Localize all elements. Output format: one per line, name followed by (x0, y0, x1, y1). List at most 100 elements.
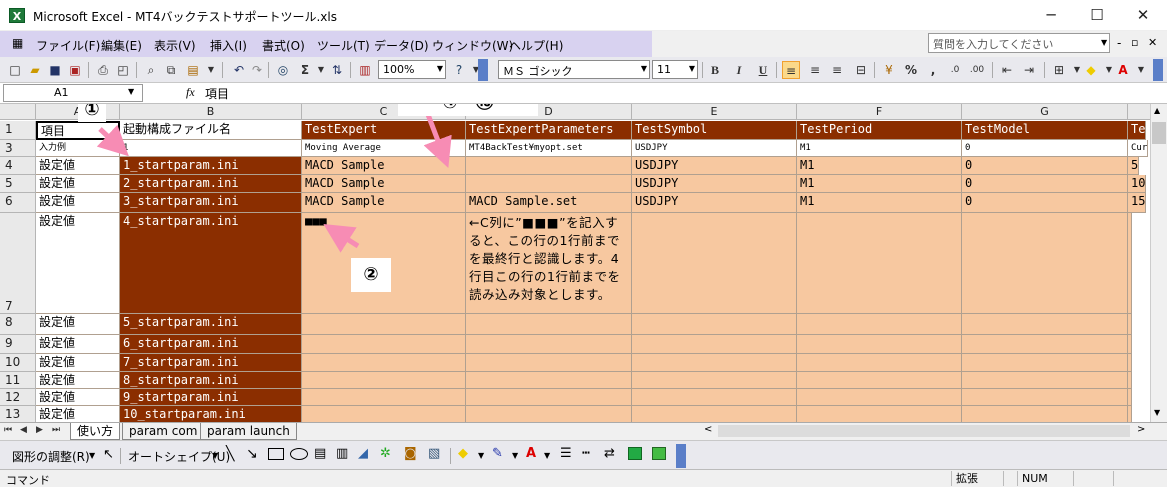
shadow-style-icon[interactable] (628, 447, 642, 460)
maximize-icon[interactable]: ☐ (1074, 0, 1120, 31)
font-color-icon[interactable]: A (1114, 61, 1132, 79)
name-box-dropdown-icon[interactable]: ▼ (128, 87, 134, 96)
paste-dropdown-icon[interactable]: ▼ (202, 61, 220, 79)
hscroll-thumb[interactable] (718, 425, 1130, 437)
close-icon[interactable]: ✕ (1120, 0, 1166, 31)
font-name-select[interactable]: ＭＳ ゴシック ▼ (498, 60, 650, 79)
align-center-icon[interactable]: ≡ (806, 61, 824, 79)
textbox-icon[interactable]: ▤ (314, 446, 326, 461)
prev-sheet-icon[interactable]: ◀ (20, 425, 27, 435)
horizontal-scrollbar[interactable]: < > (700, 424, 1150, 438)
menu-window[interactable]: ウィンドウ(W) (432, 37, 513, 54)
menu-insert[interactable]: 挿入(I) (210, 37, 247, 54)
font-color-dropdown-icon[interactable]: ▼ (544, 451, 550, 460)
last-sheet-icon[interactable]: ⏭ (52, 425, 60, 435)
toolbar-options-handle[interactable] (676, 444, 686, 468)
font-size-select[interactable]: 11 ▼ (652, 60, 698, 79)
3d-style-icon[interactable] (652, 447, 666, 460)
percent-button[interactable]: % (902, 61, 920, 79)
arrow-icon[interactable]: ↘ (246, 446, 258, 462)
name-box[interactable]: A1 (3, 84, 143, 102)
underline-button[interactable]: U (754, 61, 772, 79)
undo-icon[interactable]: ↶ (230, 61, 248, 79)
menu-format[interactable]: 書式(O) (262, 37, 305, 54)
italic-button[interactable]: I (730, 61, 748, 79)
align-right-icon[interactable]: ≡ (828, 61, 846, 79)
menu-view[interactable]: 表示(V) (154, 37, 196, 54)
toolbar-options-handle[interactable] (478, 59, 488, 81)
next-sheet-icon[interactable]: ▶ (36, 425, 43, 435)
menu-edit[interactable]: 編集(E) (101, 37, 142, 54)
zoom-select[interactable]: 100% ▼ (378, 60, 446, 79)
arrow-style-icon[interactable]: ⇄ (604, 446, 615, 461)
menu-help[interactable]: ヘルプ(H) (509, 37, 563, 54)
menu-file[interactable]: ファイル(F) (36, 37, 100, 54)
font-color-icon[interactable]: A (526, 446, 536, 461)
decrease-decimal-icon[interactable]: .00 (968, 61, 986, 79)
minimize-icon[interactable]: ─ (1028, 0, 1074, 31)
doc-minimize-icon[interactable]: - (1117, 36, 1121, 50)
select-objects-icon[interactable]: ↖ (103, 447, 114, 462)
help-question-input[interactable]: 質問を入力してください (928, 33, 1110, 53)
comma-button[interactable]: , (924, 61, 942, 79)
rectangle-icon[interactable] (268, 448, 284, 460)
vertical-scrollbar[interactable]: ▲ ▼ (1150, 104, 1167, 422)
tab-param-com[interactable]: param com (122, 423, 205, 440)
fx-icon[interactable]: fx (186, 85, 195, 100)
decrease-indent-icon[interactable]: ⇤ (998, 61, 1016, 79)
draw-menu-button[interactable]: 図形の調整(R) (12, 448, 90, 465)
picture-icon[interactable]: ▧ (428, 446, 440, 461)
scroll-up-icon[interactable]: ▲ (1154, 106, 1160, 115)
research-icon[interactable]: ⌕ (142, 61, 160, 79)
new-icon[interactable]: □ (6, 61, 24, 79)
currency-icon[interactable]: ¥ (880, 61, 898, 79)
chart-wizard-icon[interactable]: ▥ (356, 61, 374, 79)
borders-icon[interactable]: ⊞ (1050, 61, 1068, 79)
line-style-icon[interactable]: ☰ (560, 446, 572, 461)
oval-icon[interactable] (290, 448, 308, 460)
diagram-icon[interactable]: ✲ (380, 446, 391, 461)
excel-icon[interactable]: X (9, 8, 25, 23)
bold-button[interactable]: B (706, 61, 724, 79)
hyperlink-icon[interactable]: ◎ (274, 61, 292, 79)
print-icon[interactable]: ⎙ (94, 61, 112, 79)
open-icon[interactable]: ▰ (26, 61, 44, 79)
font-color-dropdown-icon[interactable]: ▼ (1132, 61, 1150, 79)
align-left-icon[interactable]: ≡ (782, 61, 800, 79)
scroll-right-icon[interactable]: > (1137, 424, 1145, 435)
sort-ascending-icon[interactable]: ⇅ (328, 61, 346, 79)
tab-usage[interactable]: 使い方 (70, 423, 121, 440)
merge-center-icon[interactable]: ⊟ (852, 61, 870, 79)
menu-data[interactable]: データ(D) (374, 37, 429, 54)
vertical-textbox-icon[interactable]: ▥ (336, 446, 348, 461)
clipart-icon[interactable]: ◙ (404, 446, 417, 461)
first-sheet-icon[interactable]: ⏮ (4, 425, 12, 435)
autoshape-dropdown-icon[interactable]: ▼ (212, 451, 218, 460)
fill-color-icon[interactable]: ◆ (458, 446, 468, 461)
line-color-icon[interactable]: ✎ (492, 446, 503, 461)
permission-icon[interactable]: ▣ (66, 61, 84, 79)
help-icon[interactable]: ? (450, 61, 468, 79)
fill-color-icon[interactable]: ◆ (1082, 61, 1100, 79)
print-preview-icon[interactable]: ◰ (114, 61, 132, 79)
fill-dropdown-icon[interactable]: ▼ (478, 451, 484, 460)
increase-decimal-icon[interactable]: .0 (946, 61, 964, 79)
wordart-icon[interactable]: ◢ (358, 446, 368, 461)
tab-param-launch[interactable]: param launch (200, 423, 297, 440)
scroll-left-icon[interactable]: < (704, 424, 712, 435)
menu-tools[interactable]: ツール(T) (317, 37, 370, 54)
redo-icon[interactable]: ↷ (248, 61, 266, 79)
scroll-thumb[interactable] (1152, 122, 1166, 144)
help-dropdown-icon[interactable]: ▼ (1101, 38, 1107, 47)
dash-style-icon[interactable]: ┅ (582, 446, 590, 461)
toolbar-options-handle[interactable] (1153, 59, 1163, 81)
scroll-down-icon[interactable]: ▼ (1154, 408, 1160, 417)
increase-indent-icon[interactable]: ⇥ (1020, 61, 1038, 79)
line-icon[interactable]: ╲ (226, 446, 234, 462)
paste-icon[interactable]: ▤ (184, 61, 202, 79)
copy-icon[interactable]: ⧉ (162, 61, 180, 79)
doc-restore-icon[interactable]: ▫ (1131, 36, 1138, 49)
save-icon[interactable]: ■ (46, 61, 64, 79)
doc-close-icon[interactable]: ✕ (1148, 36, 1157, 49)
draw-dropdown-icon[interactable]: ▼ (89, 451, 95, 460)
